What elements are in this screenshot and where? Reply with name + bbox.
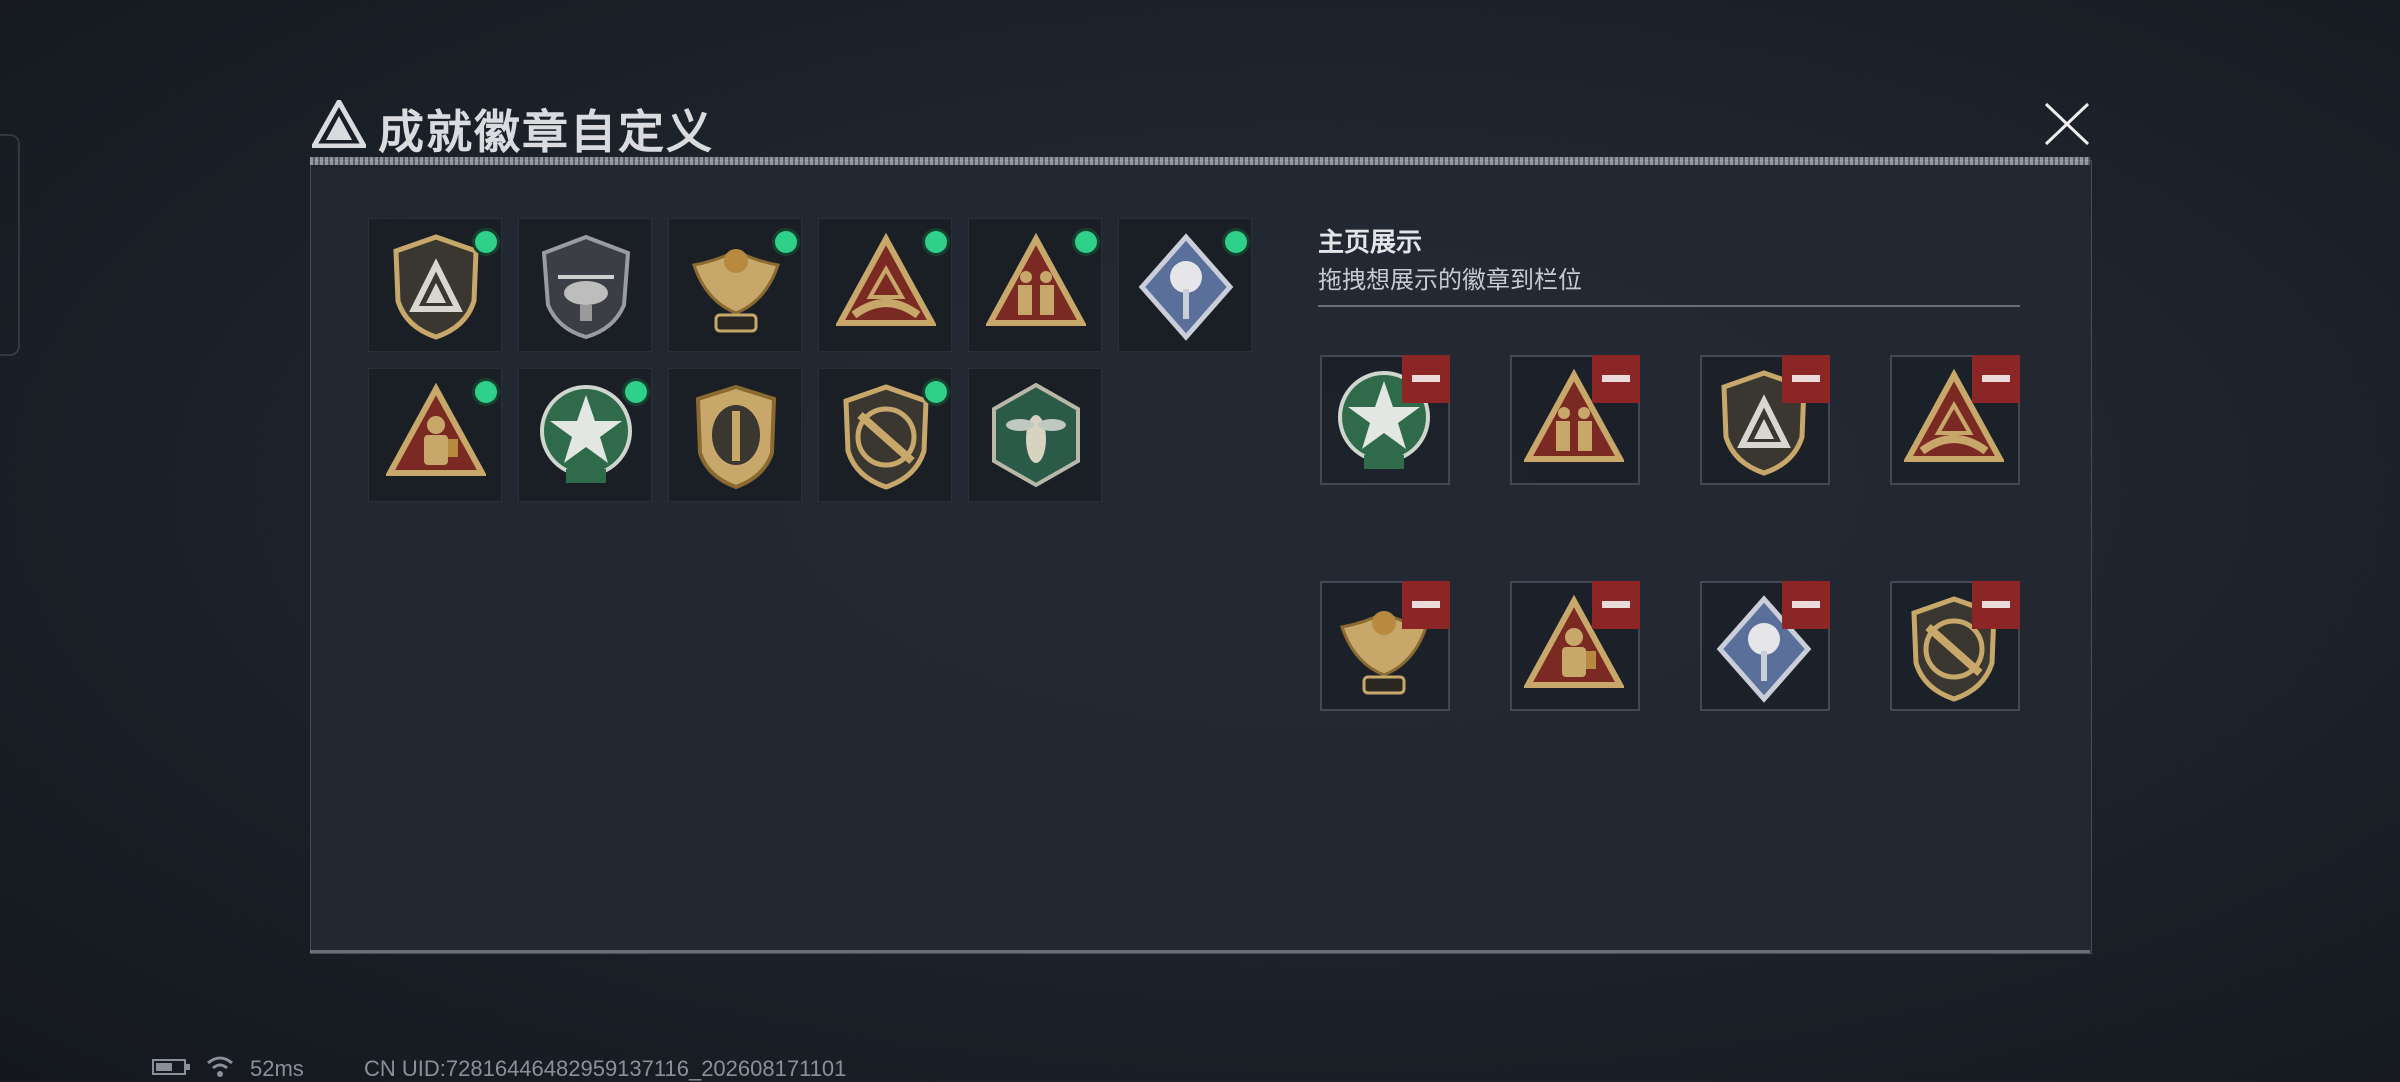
remove-badge-button[interactable] — [1782, 355, 1830, 403]
showcase-slot[interactable] — [1700, 581, 1830, 711]
helicopter-badge-icon — [541, 234, 631, 340]
triangle-soldiers-badge-icon — [986, 232, 1086, 326]
equipped-indicator — [475, 381, 497, 403]
badge-cell[interactable] — [368, 368, 502, 502]
remove-badge-button[interactable] — [1402, 355, 1450, 403]
remove-badge-button[interactable] — [1972, 355, 2020, 403]
remove-badge-button[interactable] — [1972, 581, 2020, 629]
badge-cell[interactable] — [968, 368, 1102, 502]
triangle-hazmat-badge-icon — [386, 382, 486, 476]
shield-arrows-badge-icon — [695, 384, 777, 490]
hexagon-wasp-badge-icon — [992, 382, 1080, 488]
badge-cell[interactable] — [818, 368, 952, 502]
showcase-slot[interactable] — [1320, 581, 1450, 711]
remove-badge-button[interactable] — [1402, 581, 1450, 629]
panel-bottom-divider — [310, 950, 2090, 953]
dialog-title: 成就徽章自定义 — [378, 105, 714, 159]
user-uid: CN UID:7281644648295913​7116_20260817110… — [364, 1056, 847, 1081]
equipped-indicator — [925, 231, 947, 253]
showcase-slot[interactable] — [1890, 355, 2020, 485]
brand-triangle-icon — [312, 100, 366, 148]
battery-icon — [152, 1059, 190, 1075]
showcase-slot[interactable] — [1890, 581, 2020, 711]
showcase-slot[interactable] — [1510, 581, 1640, 711]
badge-cell[interactable] — [668, 218, 802, 352]
panel-top-divider — [310, 157, 2090, 165]
triangle-hands-badge-icon — [836, 232, 936, 326]
shield-knife-badge-icon — [843, 384, 929, 490]
badge-cell[interactable] — [1118, 218, 1252, 352]
showcase-subtitle: 拖拽想展示的徽章到栏位 — [1318, 267, 1582, 294]
green-star-badge-icon — [540, 385, 632, 483]
equipped-indicator — [475, 231, 497, 253]
showcase-slot[interactable] — [1320, 355, 1450, 485]
equipped-indicator — [775, 231, 797, 253]
badge-cell[interactable] — [518, 368, 652, 502]
badge-cell[interactable] — [518, 218, 652, 352]
side-handle[interactable] — [0, 134, 20, 356]
showcase-slot[interactable] — [1510, 355, 1640, 485]
showcase-divider — [1318, 305, 2020, 307]
network-latency: 52ms — [250, 1056, 304, 1081]
equipped-indicator — [1225, 231, 1247, 253]
close-icon[interactable] — [2038, 96, 2096, 152]
badge-cell[interactable] — [968, 218, 1102, 352]
remove-badge-button[interactable] — [1592, 355, 1640, 403]
badge-cell[interactable] — [368, 218, 502, 352]
remove-badge-button[interactable] — [1592, 581, 1640, 629]
badge-cell[interactable] — [818, 218, 952, 352]
equipped-indicator — [925, 381, 947, 403]
badge-cell[interactable] — [668, 368, 802, 502]
equipped-indicator — [1075, 231, 1097, 253]
wifi-icon — [207, 1056, 233, 1077]
showcase-slot[interactable] — [1700, 355, 1830, 485]
showcase-title: 主页展示 — [1318, 227, 1423, 257]
dialog-header: 成就徽章自定义 — [306, 90, 2096, 160]
eagle-wings-badge-icon — [692, 249, 780, 333]
remove-badge-button[interactable] — [1782, 581, 1830, 629]
shield-triangle-badge-icon — [393, 234, 479, 340]
rose-diamond-badge-icon — [1138, 233, 1234, 341]
equipped-indicator — [625, 381, 647, 403]
